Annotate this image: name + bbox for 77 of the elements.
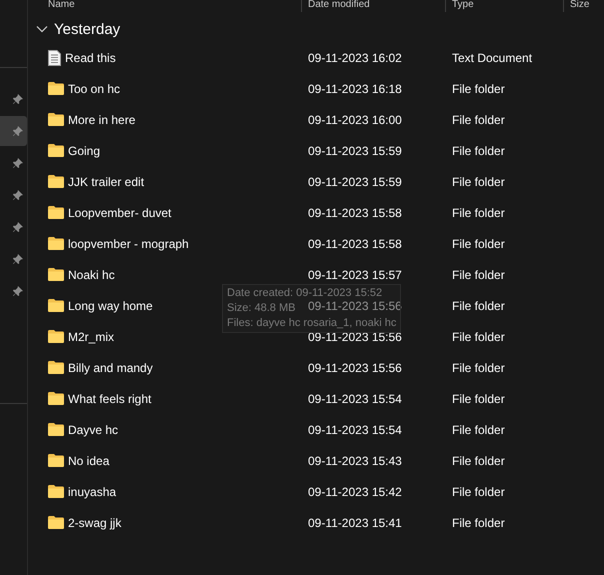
file-name[interactable]: Billy and mandy [68,360,153,374]
file-name[interactable]: 2-swag jjk [68,516,122,530]
folder-icon [48,237,64,250]
type-cell-text: File folder [451,144,506,158]
folder-icon [48,330,64,343]
file-name[interactable]: No idea [68,454,110,468]
type-cell-text: File folder [451,454,506,468]
date-cell-text: 09-11-2023 15:41 [307,516,403,530]
folder-icon [48,206,64,219]
pin-icon [12,253,24,265]
folder-icon [48,454,64,467]
folder-icon [48,268,64,281]
column-header[interactable]: Name [28,0,302,12]
date-cell-text: 09-11-2023 15:57 [307,268,403,282]
date-cell-text: 09-11-2023 15:54 [307,392,403,406]
group-label: Yesterday [54,20,120,38]
column-header[interactable]: Type [446,0,564,12]
file-name[interactable]: inuyasha [68,484,116,498]
file-name[interactable]: loopvember - mograph [68,236,189,250]
pin-icon [12,93,24,105]
type-cell-text: File folder [451,174,506,188]
folder-icon [48,485,64,498]
type-cell-text: File folder [451,112,506,126]
type-cell-text: File folder [451,298,506,312]
folder-icon [48,516,64,529]
date-cell-text: 09-11-2023 16:00 [307,112,403,126]
column-header[interactable]: Size [564,0,604,12]
date-cell-text: 09-11-2023 16:18 [307,82,403,96]
pin-icon [12,221,24,233]
type-cell-text: File folder [451,206,506,220]
pin-icon [12,285,24,297]
file-name[interactable]: Dayve hc [68,422,118,436]
column-header[interactable]: Date modified [302,0,446,12]
group-header[interactable]: Yesterday [28,12,604,42]
pin-icon [12,189,24,201]
file-name[interactable]: M2r_mix [68,330,114,344]
date-cell-text: 09-11-2023 15:59 [307,174,403,188]
date-cell-text: 09-11-2023 15:58 [307,236,403,250]
type-cell-text: File folder [451,422,506,436]
date-cell-text: 09-11-2023 15:56 [307,330,403,344]
type-cell-text: File folder [451,360,506,374]
file-name[interactable]: Read this [65,50,116,64]
date-cell-text: 09-11-2023 15:59 [307,144,403,158]
file-name[interactable]: What feels right [68,392,152,406]
document-icon [48,50,61,66]
date-cell-text: 09-11-2023 15:43 [307,454,403,468]
folder-icon [48,361,64,374]
file-name[interactable]: JJK trailer edit [68,174,144,188]
type-cell-text: File folder [451,268,506,282]
type-cell-text: Text Document [451,50,534,64]
folder-icon [48,113,64,126]
file-name[interactable]: Long way home [68,298,153,312]
type-cell-text: File folder [451,330,506,344]
type-cell-text: File folder [451,236,506,250]
type-cell-text: File folder [451,516,506,530]
file-name[interactable]: Loopvember- duvet [68,206,172,220]
pinned-item[interactable] [0,116,27,146]
file-name[interactable]: Going [68,144,100,158]
folder-icon [48,299,64,312]
folder-icon [48,175,64,188]
pin-icon [12,125,24,137]
folder-icon [48,392,64,405]
date-cell-text: 09-11-2023 15:56 [307,360,403,374]
folder-icon [48,423,64,436]
folder-icon [48,82,64,95]
date-cell-text: 09-11-2023 16:02 [307,50,403,64]
file-name[interactable]: More in here [68,112,136,126]
date-cell-text: 09-11-2023 15:54 [307,422,403,436]
date-cell-text: 09-11-2023 15:42 [307,484,403,498]
type-cell-text: File folder [451,392,506,406]
folder-icon [48,144,64,157]
file-name[interactable]: Too on hc [68,82,120,96]
date-cell-text: 09-11-2023 15:58 [307,206,403,220]
pin-icon [12,157,24,169]
file-name[interactable]: Noaki hc [68,268,115,282]
type-cell-text: File folder [451,484,506,498]
type-cell-text: File folder [451,82,506,96]
